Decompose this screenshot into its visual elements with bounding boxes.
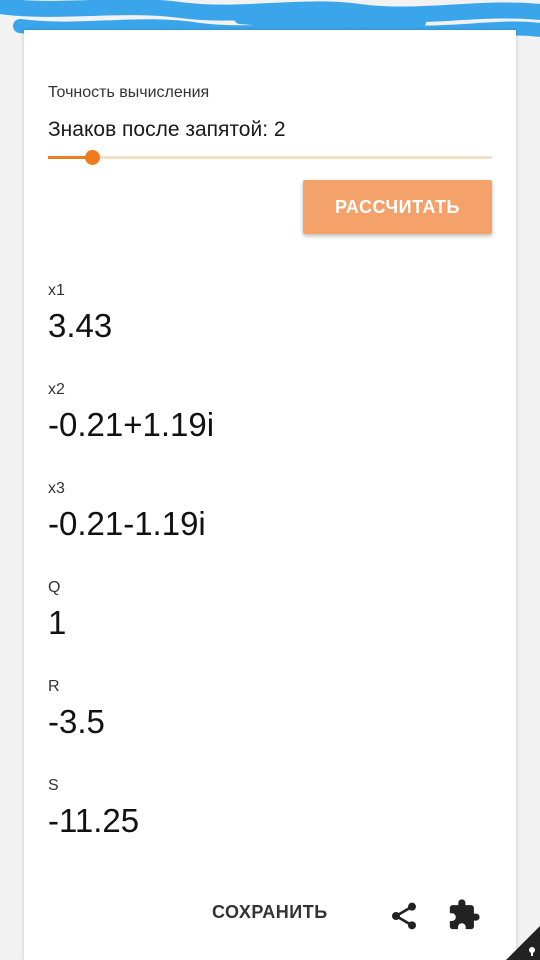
result-s: S -11.25 <box>48 777 139 840</box>
result-value: 1 <box>48 604 67 641</box>
save-button[interactable]: СОХРАНИТЬ <box>212 902 328 923</box>
footer-actions: СОХРАНИТЬ <box>24 892 516 940</box>
result-label: Q <box>48 579 61 596</box>
result-value: -11.25 <box>48 802 140 839</box>
calculator-card: Точность вычисления Знаков после запятой… <box>24 30 516 960</box>
precision-slider[interactable] <box>48 148 492 168</box>
digits-count-text: Знаков после запятой: 2 <box>48 118 286 141</box>
slider-thumb[interactable] <box>85 150 101 165</box>
result-label: x1 <box>48 282 65 299</box>
result-x2: x2 -0.21+1.19i <box>48 381 214 444</box>
result-value: -0.21-1.19i <box>48 505 206 542</box>
result-r: R -3.5 <box>48 678 105 741</box>
precision-label: Точность вычисления <box>48 84 210 101</box>
result-value: -3.5 <box>48 703 105 740</box>
slider-track <box>48 156 492 159</box>
result-x3: x3 -0.21-1.19i <box>48 480 206 543</box>
result-value: 3.43 <box>48 307 113 344</box>
result-label: x3 <box>48 480 65 497</box>
corner-icon[interactable] <box>506 926 540 960</box>
result-value: -0.21+1.19i <box>48 406 215 443</box>
result-label: x2 <box>48 381 65 398</box>
share-icon[interactable] <box>388 900 420 932</box>
app-screen: Точность вычисления Знаков после запятой… <box>0 0 540 960</box>
result-x1: x1 3.43 <box>48 282 112 345</box>
calculate-button[interactable]: РАССЧИТАТЬ <box>303 180 492 234</box>
result-q: Q 1 <box>48 579 66 642</box>
result-label: R <box>48 678 60 695</box>
result-label: S <box>48 777 59 794</box>
puzzle-icon[interactable] <box>447 898 481 932</box>
